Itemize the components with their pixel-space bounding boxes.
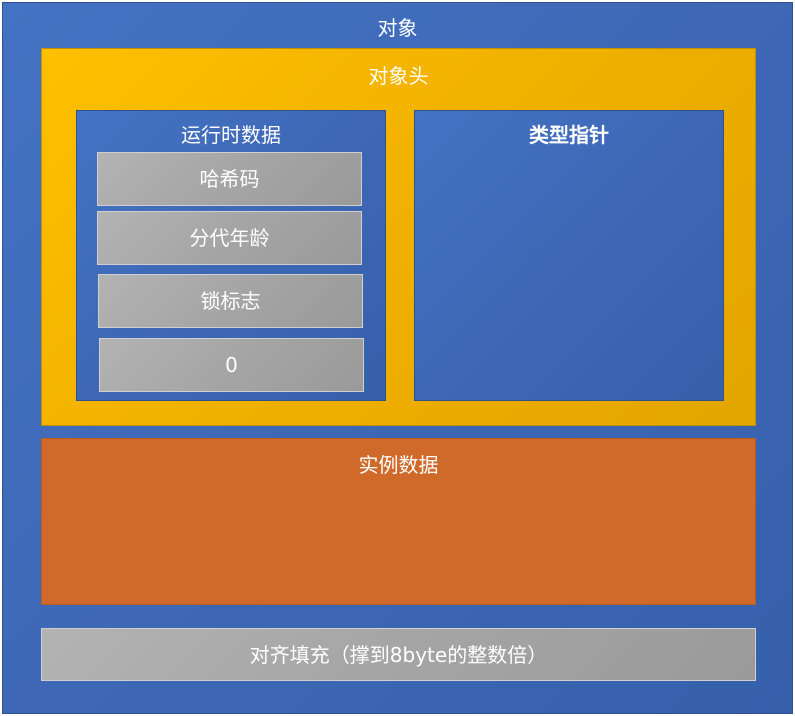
hash-code-cell: 哈希码 xyxy=(97,152,362,206)
type-pointer-box: 类型指针 xyxy=(414,110,724,401)
generational-age-label: 分代年龄 xyxy=(189,226,270,250)
object-header-label: 对象头 xyxy=(368,64,429,88)
object-box: 对象 对象头 运行时数据 哈希码 分代年龄 锁标志 0 类型指针 实例数据 对齐… xyxy=(2,2,793,714)
alignment-padding-box: 对齐填充（撑到8byte的整数倍） xyxy=(41,628,756,681)
instance-data-label: 实例数据 xyxy=(358,453,439,477)
alignment-padding-label: 对齐填充（撑到8byte的整数倍） xyxy=(249,642,548,667)
lock-flag-cell: 锁标志 xyxy=(98,274,363,328)
runtime-data-label: 运行时数据 xyxy=(181,123,281,147)
type-pointer-label: 类型指针 xyxy=(529,123,609,147)
lock-flag-label: 锁标志 xyxy=(200,289,261,313)
instance-data-box: 实例数据 xyxy=(41,438,756,605)
object-label: 对象 xyxy=(377,16,418,40)
object-header-box: 对象头 运行时数据 哈希码 分代年龄 锁标志 0 类型指针 xyxy=(41,48,756,426)
runtime-data-box: 运行时数据 哈希码 分代年龄 锁标志 0 xyxy=(76,110,386,401)
generational-age-cell: 分代年龄 xyxy=(97,211,362,265)
hash-code-label: 哈希码 xyxy=(199,167,260,191)
zero-cell: 0 xyxy=(99,338,364,392)
zero-label: 0 xyxy=(225,353,238,377)
